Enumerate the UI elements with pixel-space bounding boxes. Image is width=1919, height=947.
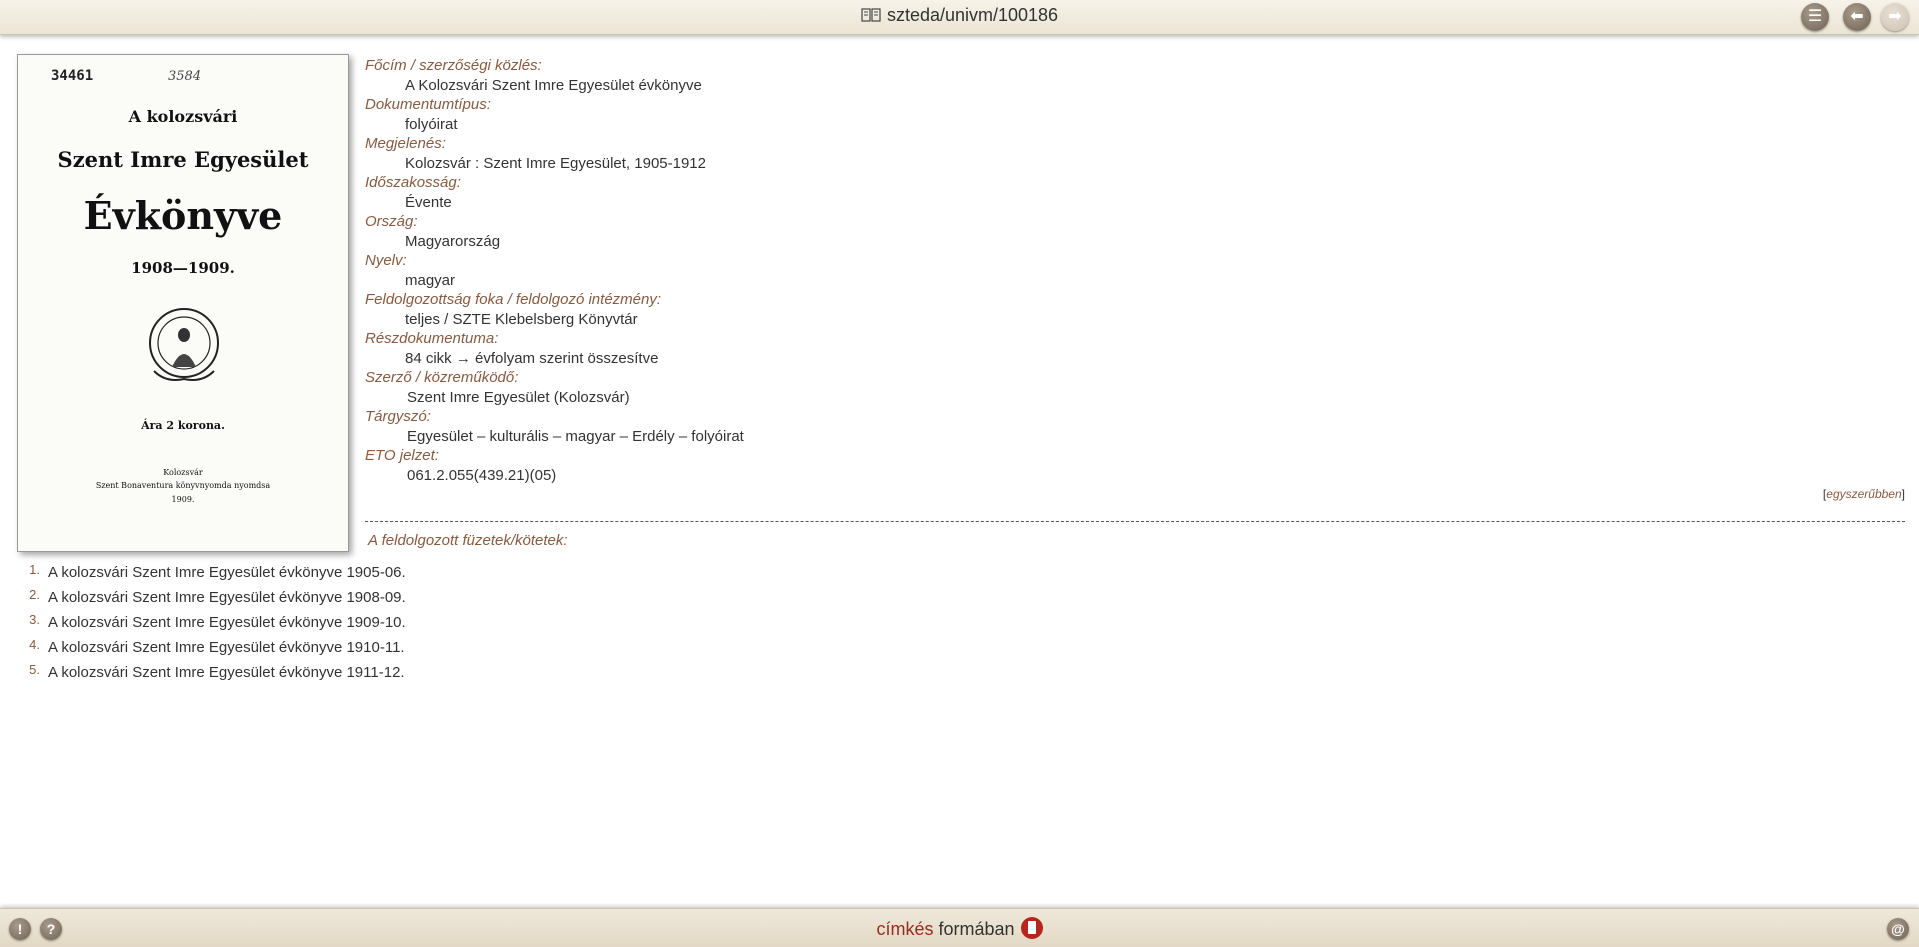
eto-label: ETO jelzet: — [365, 447, 439, 464]
simple-view-link[interactable]: egyszerűbben — [1826, 487, 1901, 501]
cover-line-1: A kolozsvári — [128, 107, 238, 126]
parts-label: Részdokumentuma: — [365, 330, 499, 347]
parts-value[interactable]: 84 cikk → évfolyam szerint összesítve — [365, 349, 1905, 369]
country-label: Ország: — [365, 213, 418, 230]
list-item[interactable]: 2. A kolozsvári Szent Imre Egyesület évkö… — [20, 584, 406, 609]
forward-button[interactable]: ➡ — [1881, 3, 1909, 31]
record-details: Főcím / szerzőségi közlés: A Kolozsvári … — [365, 56, 1905, 485]
labeled-text: címkés — [876, 919, 934, 939]
cover-handwriting: 3584 — [168, 69, 202, 84]
forward-arrow-icon: ➡ — [1888, 8, 1902, 25]
list-button[interactable]: ☰ — [1801, 3, 1829, 31]
cover-line-5: Ára 2 korona. — [141, 419, 225, 432]
back-button[interactable]: ⬅ — [1843, 3, 1871, 31]
published-label: Megjelenés: — [365, 135, 446, 152]
item-link[interactable]: A kolozsvári Szent Imre Egyesület évköny… — [48, 614, 406, 631]
item-number: 1. — [29, 562, 40, 577]
cover-line-7: Szent Bonaventura könyvnyomda nyomdsa — [95, 481, 271, 490]
title-label: Főcím / szerzőségi közlés: — [365, 57, 542, 74]
eto-value: 061.2.055(439.21)(05) — [407, 466, 557, 484]
document-icon[interactable] — [1020, 917, 1043, 939]
list-item[interactable]: 4. A kolozsvári Szent Imre Egyesület évkö… — [20, 634, 406, 659]
item-number: 4. — [29, 637, 40, 652]
issues-list: 1. A kolozsvári Szent Imre Egyesület évkö… — [20, 559, 406, 684]
issues-heading: A feldolgozott füzetek/kötetek: — [368, 532, 568, 549]
bottom-bar: ! ? címkés formában @ — [0, 908, 1919, 947]
bracket-close: ] — [1901, 487, 1905, 501]
book-icon — [861, 8, 881, 22]
processing-label: Feldolgozottság foka / feldolgozó intézm… — [365, 291, 662, 308]
item-number: 3. — [29, 612, 40, 627]
frequency-value: Évente — [405, 193, 452, 211]
doctype-label: Dokumentumtípus: — [365, 96, 491, 113]
author-label: Szerző / közreműködő: — [365, 369, 519, 386]
processing-value: teljes / SZTE Klebelsberg Könyvtár — [405, 310, 638, 328]
item-number: 5. — [29, 662, 40, 677]
record-id: szteda/univm/100186 — [886, 5, 1059, 25]
doctype-value: folyóirat — [405, 115, 458, 133]
subject-value[interactable]: Egyesület – kulturális – magyar – Erdély… — [365, 427, 1905, 447]
cover-line-8: 1909. — [171, 495, 195, 504]
page-title: szteda/univm/100186 — [0, 5, 1919, 26]
list-item[interactable]: 3. A kolozsvári Szent Imre Egyesület évkö… — [20, 609, 406, 634]
language-value: magyar — [405, 271, 456, 289]
back-arrow-icon: ⬅ — [1850, 8, 1864, 25]
item-link[interactable]: A kolozsvári Szent Imre Egyesület évköny… — [48, 564, 406, 581]
list-item[interactable]: 1. A kolozsvári Szent Imre Egyesület évkö… — [20, 559, 406, 584]
contact-button[interactable]: @ — [1887, 918, 1909, 940]
language-label: Nyelv: — [365, 252, 407, 269]
cover-line-4: 1908—1909. — [131, 259, 235, 277]
labeled-format-link[interactable]: címkés formában — [0, 917, 1919, 940]
cover-line-3: Évkönyve — [83, 193, 283, 238]
item-link[interactable]: A kolozsvári Szent Imre Egyesület évköny… — [48, 589, 406, 606]
cover-line-2: Szent Imre Egyesület — [57, 147, 309, 172]
section-divider — [365, 521, 1905, 522]
subject-label: Tárgyszó: — [365, 408, 431, 425]
at-icon: @ — [1891, 921, 1905, 937]
item-link[interactable]: A kolozsvári Szent Imre Egyesület évköny… — [48, 664, 405, 681]
cover-line-6: Kolozsvár — [163, 468, 203, 477]
seal-icon — [149, 308, 219, 381]
list-item[interactable]: 5. A kolozsvári Szent Imre Egyesület évkö… — [20, 659, 406, 684]
item-link[interactable]: A kolozsvári Szent Imre Egyesület évköny… — [48, 639, 405, 656]
cover-number: 34461 — [51, 68, 94, 84]
top-bar: szteda/univm/100186 ☰ ⬅ ➡ — [0, 0, 1919, 35]
cover-image[interactable]: 34461 3584 A kolozsvári Szent Imre Egyes… — [17, 54, 349, 552]
country-value: Magyarország — [405, 232, 501, 250]
title-value: A Kolozsvári Szent Imre Egyesület évköny… — [405, 76, 702, 94]
frequency-label: Időszakosság: — [365, 174, 461, 191]
format-text: formában — [933, 919, 1015, 939]
published-value: Kolozsvár : Szent Imre Egyesület, 1905-1… — [405, 154, 706, 172]
author-value[interactable]: Szent Imre Egyesület (Kolozsvár) — [365, 388, 1905, 408]
item-number: 2. — [29, 587, 40, 602]
simple-view-link-wrapper: [egyszerűbben] — [1823, 487, 1905, 501]
list-icon: ☰ — [1807, 8, 1823, 25]
